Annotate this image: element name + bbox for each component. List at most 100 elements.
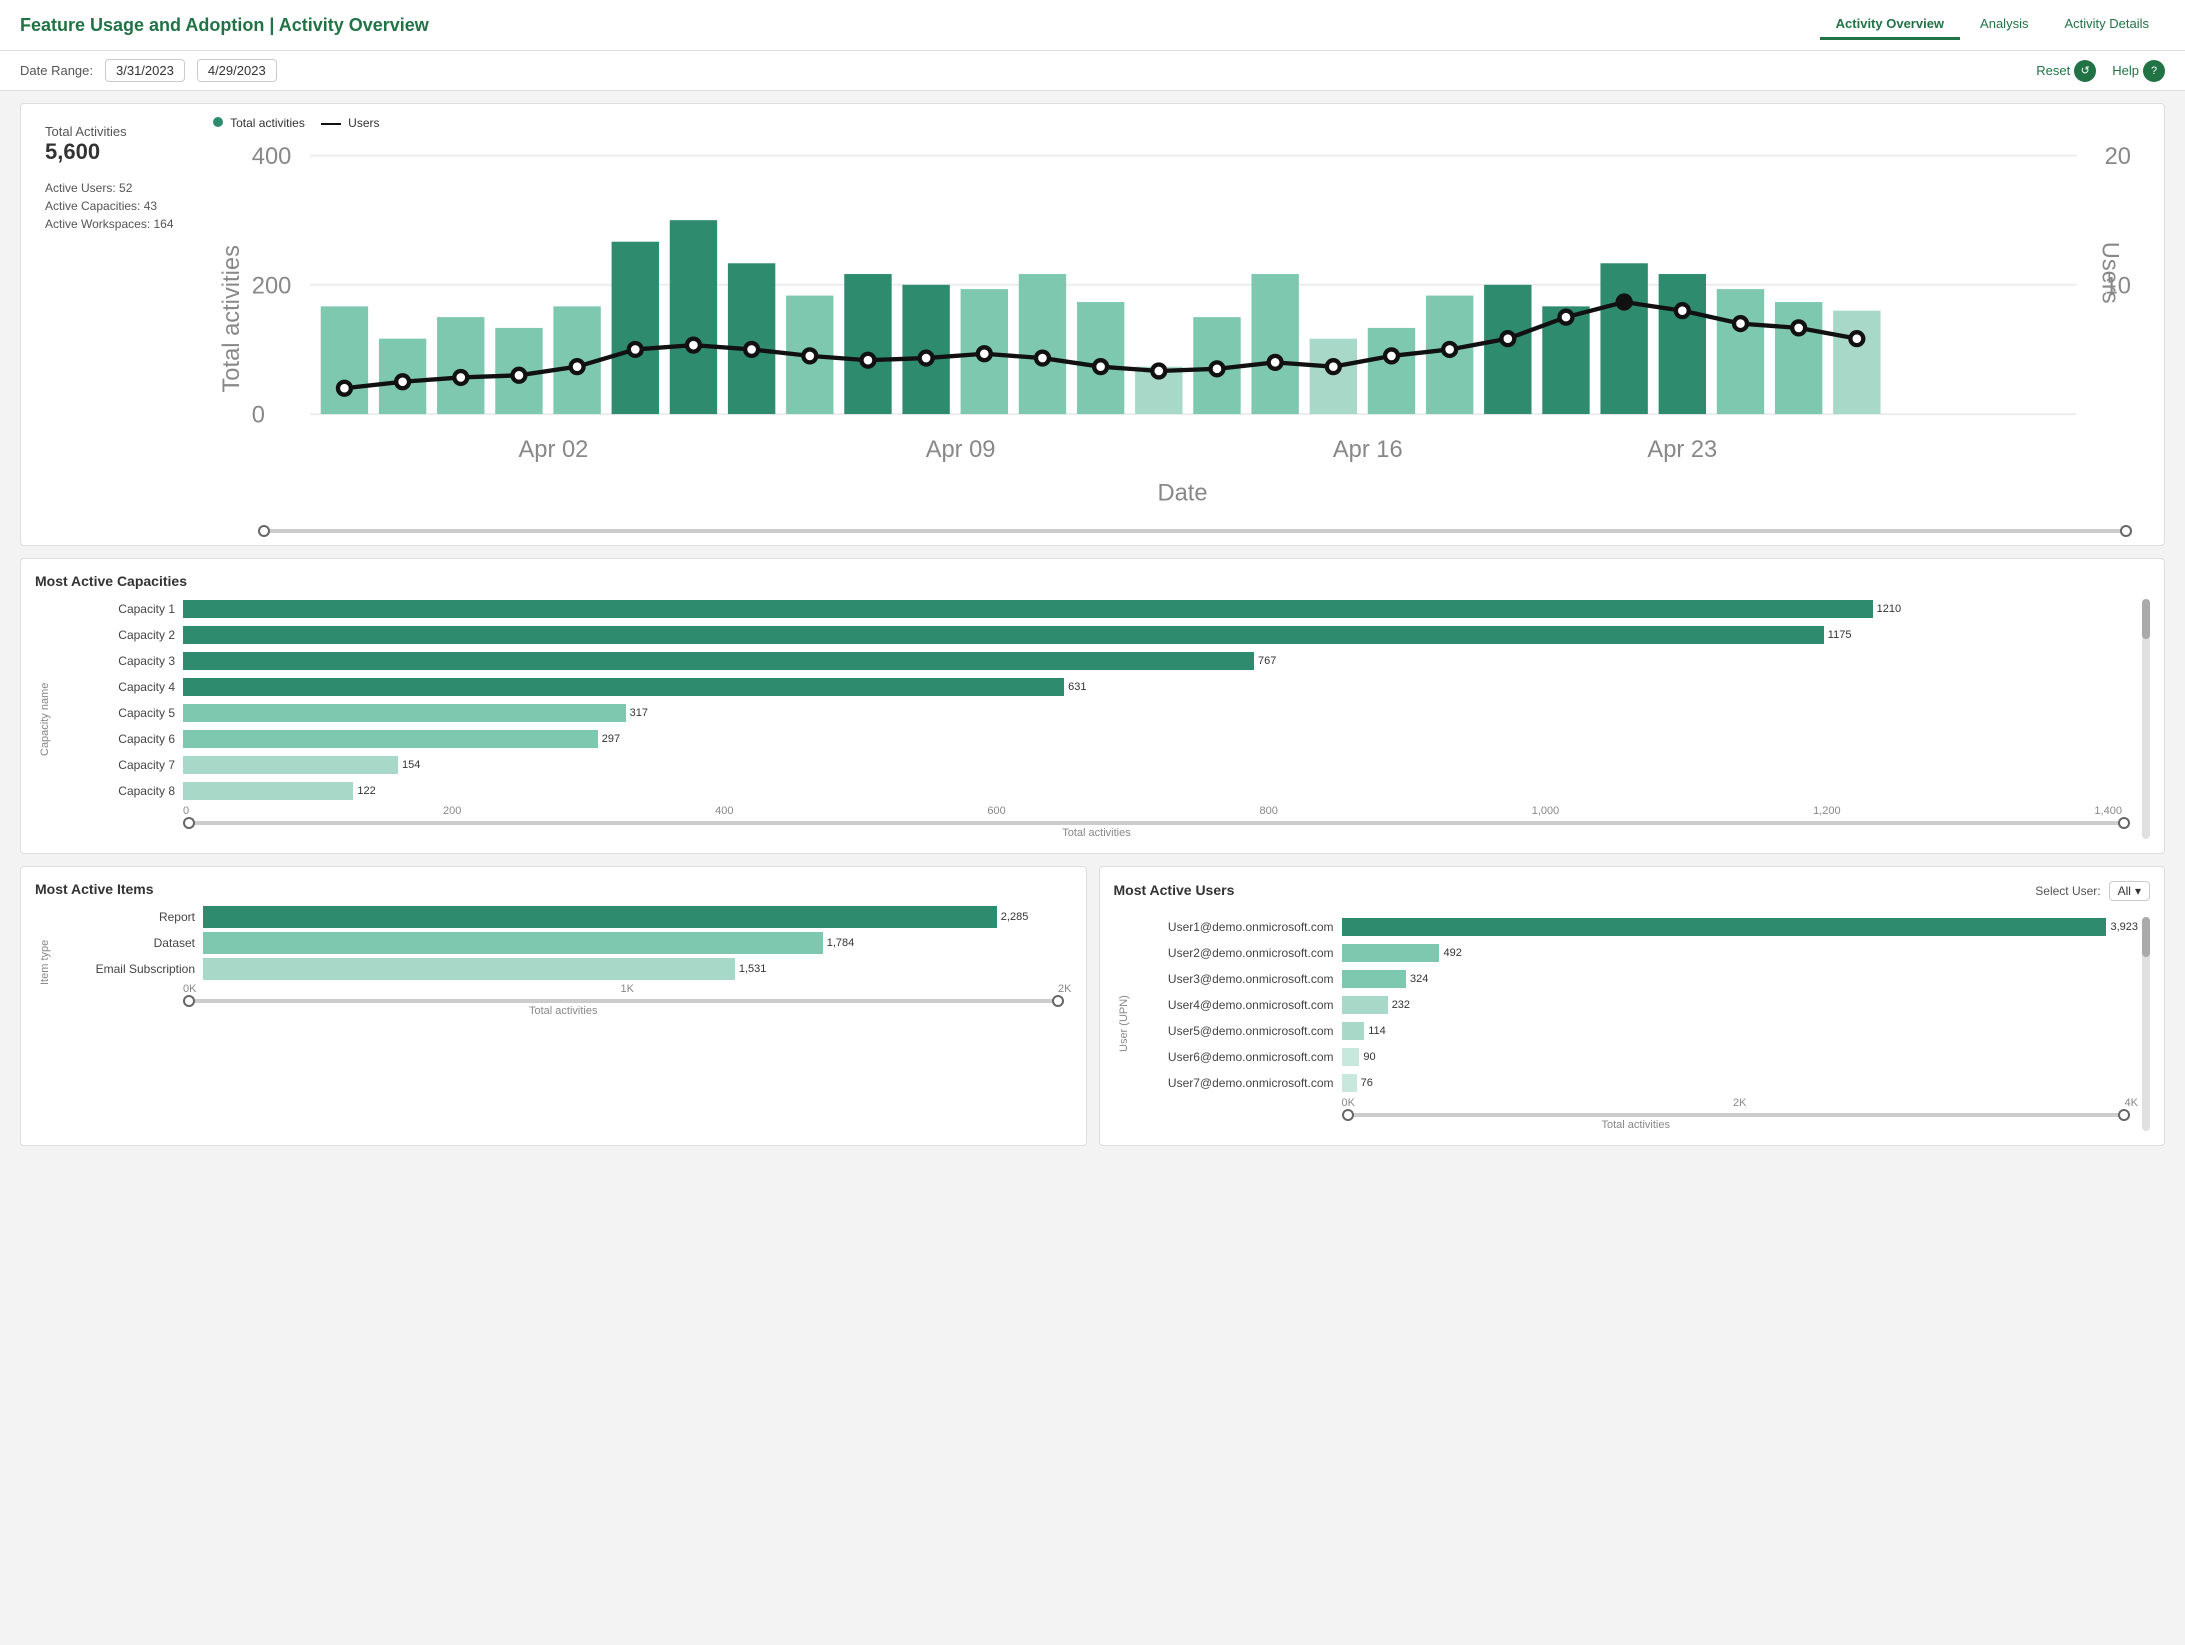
capacities-slider-left[interactable]: [183, 817, 195, 829]
start-date-pill[interactable]: 3/31/2023: [105, 59, 185, 82]
item-bar-row: Email Subscription 1,531: [55, 959, 1072, 979]
user-bar-label: User1@demo.onmicrosoft.com: [1134, 920, 1334, 934]
item-bar-row: Report 2,285: [55, 907, 1072, 927]
end-date-pill[interactable]: 4/29/2023: [197, 59, 277, 82]
users-slider-right[interactable]: [2118, 1109, 2130, 1121]
items-slider-left[interactable]: [183, 995, 195, 1007]
capacity-bar: 297: [183, 729, 2138, 749]
summary-stats: Total Activities 5,600 Active Users: 52 …: [33, 116, 213, 533]
user-bar-fill[interactable]: [1342, 1074, 1357, 1092]
capacity-bar-fill[interactable]: [183, 626, 1824, 644]
help-button[interactable]: Help ?: [2112, 60, 2165, 82]
capacity-bar: 317: [183, 703, 2138, 723]
user-bar-fill[interactable]: [1342, 944, 1440, 962]
capacity-bar-label: Capacity 2: [55, 628, 175, 642]
time-series-svg: 400 200 0 20 10 Total activities Users: [213, 134, 2152, 522]
item-bar-fill[interactable]: [203, 906, 997, 928]
items-title: Most Active Items: [35, 881, 1072, 897]
capacity-x-tick: 400: [715, 805, 733, 817]
capacity-bar-value: 631: [1068, 681, 1086, 693]
capacity-bar: 1210: [183, 599, 2138, 619]
svg-text:Apr 23: Apr 23: [1647, 437, 1717, 463]
capacity-bar-container: 631: [183, 677, 2138, 697]
user-bar-container: 90: [1342, 1047, 2139, 1067]
capacity-bar-fill[interactable]: [183, 600, 1873, 618]
tab-activity-overview[interactable]: Activity Overview: [1820, 10, 1960, 40]
user-bar-fill[interactable]: [1342, 918, 2107, 936]
users-slider[interactable]: [1134, 1113, 2139, 1117]
users-scrollbar-thumb[interactable]: [2142, 917, 2150, 957]
item-bar-fill[interactable]: [203, 958, 735, 980]
svg-text:Apr 02: Apr 02: [519, 437, 589, 463]
help-icon: ?: [2143, 60, 2165, 82]
user-bar-value: 76: [1361, 1077, 1373, 1089]
user-bar-row: User4@demo.onmicrosoft.com 232: [1134, 995, 2139, 1015]
capacity-bar: 1175: [183, 625, 2138, 645]
user-bar-container: 3,923: [1342, 917, 2139, 937]
users-chart-wrapper: User (UPN) User1@demo.onmicrosoft.com 3,…: [1114, 917, 2151, 1131]
user-bar-value: 3,923: [2110, 921, 2138, 933]
nav-tabs: Activity Overview Analysis Activity Deta…: [1820, 10, 2165, 40]
capacity-bar: 154: [183, 755, 2138, 775]
capacities-chart-inner: Capacity 1 1210 Capacity 2 1175 Capacity…: [55, 599, 2138, 839]
capacity-bar-row: Capacity 4 631: [55, 677, 2138, 697]
capacity-bar-container: 1210: [183, 599, 2138, 619]
capacity-bar-fill[interactable]: [183, 704, 626, 722]
capacity-bar-label: Capacity 6: [55, 732, 175, 746]
summary-panel: Total Activities 5,600 Active Users: 52 …: [20, 103, 2165, 546]
capacities-scrollbar-thumb[interactable]: [2142, 599, 2150, 639]
capacities-slider-right[interactable]: [2118, 817, 2130, 829]
capacity-bar-fill[interactable]: [183, 782, 353, 800]
capacity-bar-row: Capacity 2 1175: [55, 625, 2138, 645]
capacities-scrollbar[interactable]: [2142, 599, 2150, 839]
tab-activity-details[interactable]: Activity Details: [2048, 10, 2165, 40]
items-slider-right[interactable]: [1052, 995, 1064, 1007]
items-slider[interactable]: [55, 999, 1072, 1003]
user-bar-fill[interactable]: [1342, 1022, 1365, 1040]
user-bar-container: 114: [1342, 1021, 2139, 1041]
capacities-slider[interactable]: [55, 821, 2138, 825]
reset-label: Reset: [2036, 63, 2070, 78]
time-series-slider[interactable]: [258, 529, 2132, 533]
capacity-bar-fill[interactable]: [183, 678, 1064, 696]
items-x-title: Total activities: [55, 1005, 1072, 1017]
capacity-bar-row: Capacity 8 122: [55, 781, 2138, 801]
users-scrollbar[interactable]: [2142, 917, 2150, 1131]
capacity-bar-fill[interactable]: [183, 652, 1254, 670]
capacity-bar-container: 154: [183, 755, 2138, 775]
toolbar: Date Range: 3/31/2023 4/29/2023 Reset ↺ …: [0, 51, 2185, 91]
users-slider-left[interactable]: [1342, 1109, 1354, 1121]
item-bar-container: 1,531: [203, 959, 1072, 979]
user-bar-value: 232: [1392, 999, 1410, 1011]
item-bar-fill[interactable]: [203, 932, 823, 954]
user-bar-fill[interactable]: [1342, 1048, 1360, 1066]
capacity-bar-label: Capacity 4: [55, 680, 175, 694]
capacity-bar-row: Capacity 6 297: [55, 729, 2138, 749]
capacity-bar-value: 154: [402, 759, 420, 771]
items-bar-chart: Report 2,285 Dataset 1,784 Email Subscri…: [55, 907, 1072, 979]
capacity-bar-fill[interactable]: [183, 730, 598, 748]
tab-analysis[interactable]: Analysis: [1964, 10, 2044, 40]
users-panel-header: Most Active Users Select User: All ▾: [1114, 881, 2151, 909]
user-bar: 324: [1342, 969, 2139, 989]
user-bar-fill[interactable]: [1342, 970, 1407, 988]
legend-line-users: [321, 123, 341, 125]
user-bar-value: 324: [1410, 973, 1428, 985]
capacity-bar-fill[interactable]: [183, 756, 398, 774]
reset-button[interactable]: Reset ↺: [2036, 60, 2096, 82]
user-bar-value: 90: [1363, 1051, 1375, 1063]
slider-left-handle[interactable]: [258, 525, 270, 537]
capacity-bar: 122: [183, 781, 2138, 801]
users-title: Most Active Users: [1114, 882, 2036, 898]
user-x-tick: 2K: [1733, 1097, 1746, 1109]
user-bar: 232: [1342, 995, 2139, 1015]
user-bar-label: User3@demo.onmicrosoft.com: [1134, 972, 1334, 986]
user-bar-fill[interactable]: [1342, 996, 1388, 1014]
item-bar: 1,784: [203, 933, 1072, 953]
select-user-dropdown[interactable]: All ▾: [2109, 881, 2150, 901]
capacity-x-tick: 800: [1260, 805, 1278, 817]
capacity-bar-label: Capacity 7: [55, 758, 175, 772]
user-bar-label: User5@demo.onmicrosoft.com: [1134, 1024, 1334, 1038]
select-user-label: Select User:: [2035, 884, 2100, 898]
slider-right-handle[interactable]: [2120, 525, 2132, 537]
